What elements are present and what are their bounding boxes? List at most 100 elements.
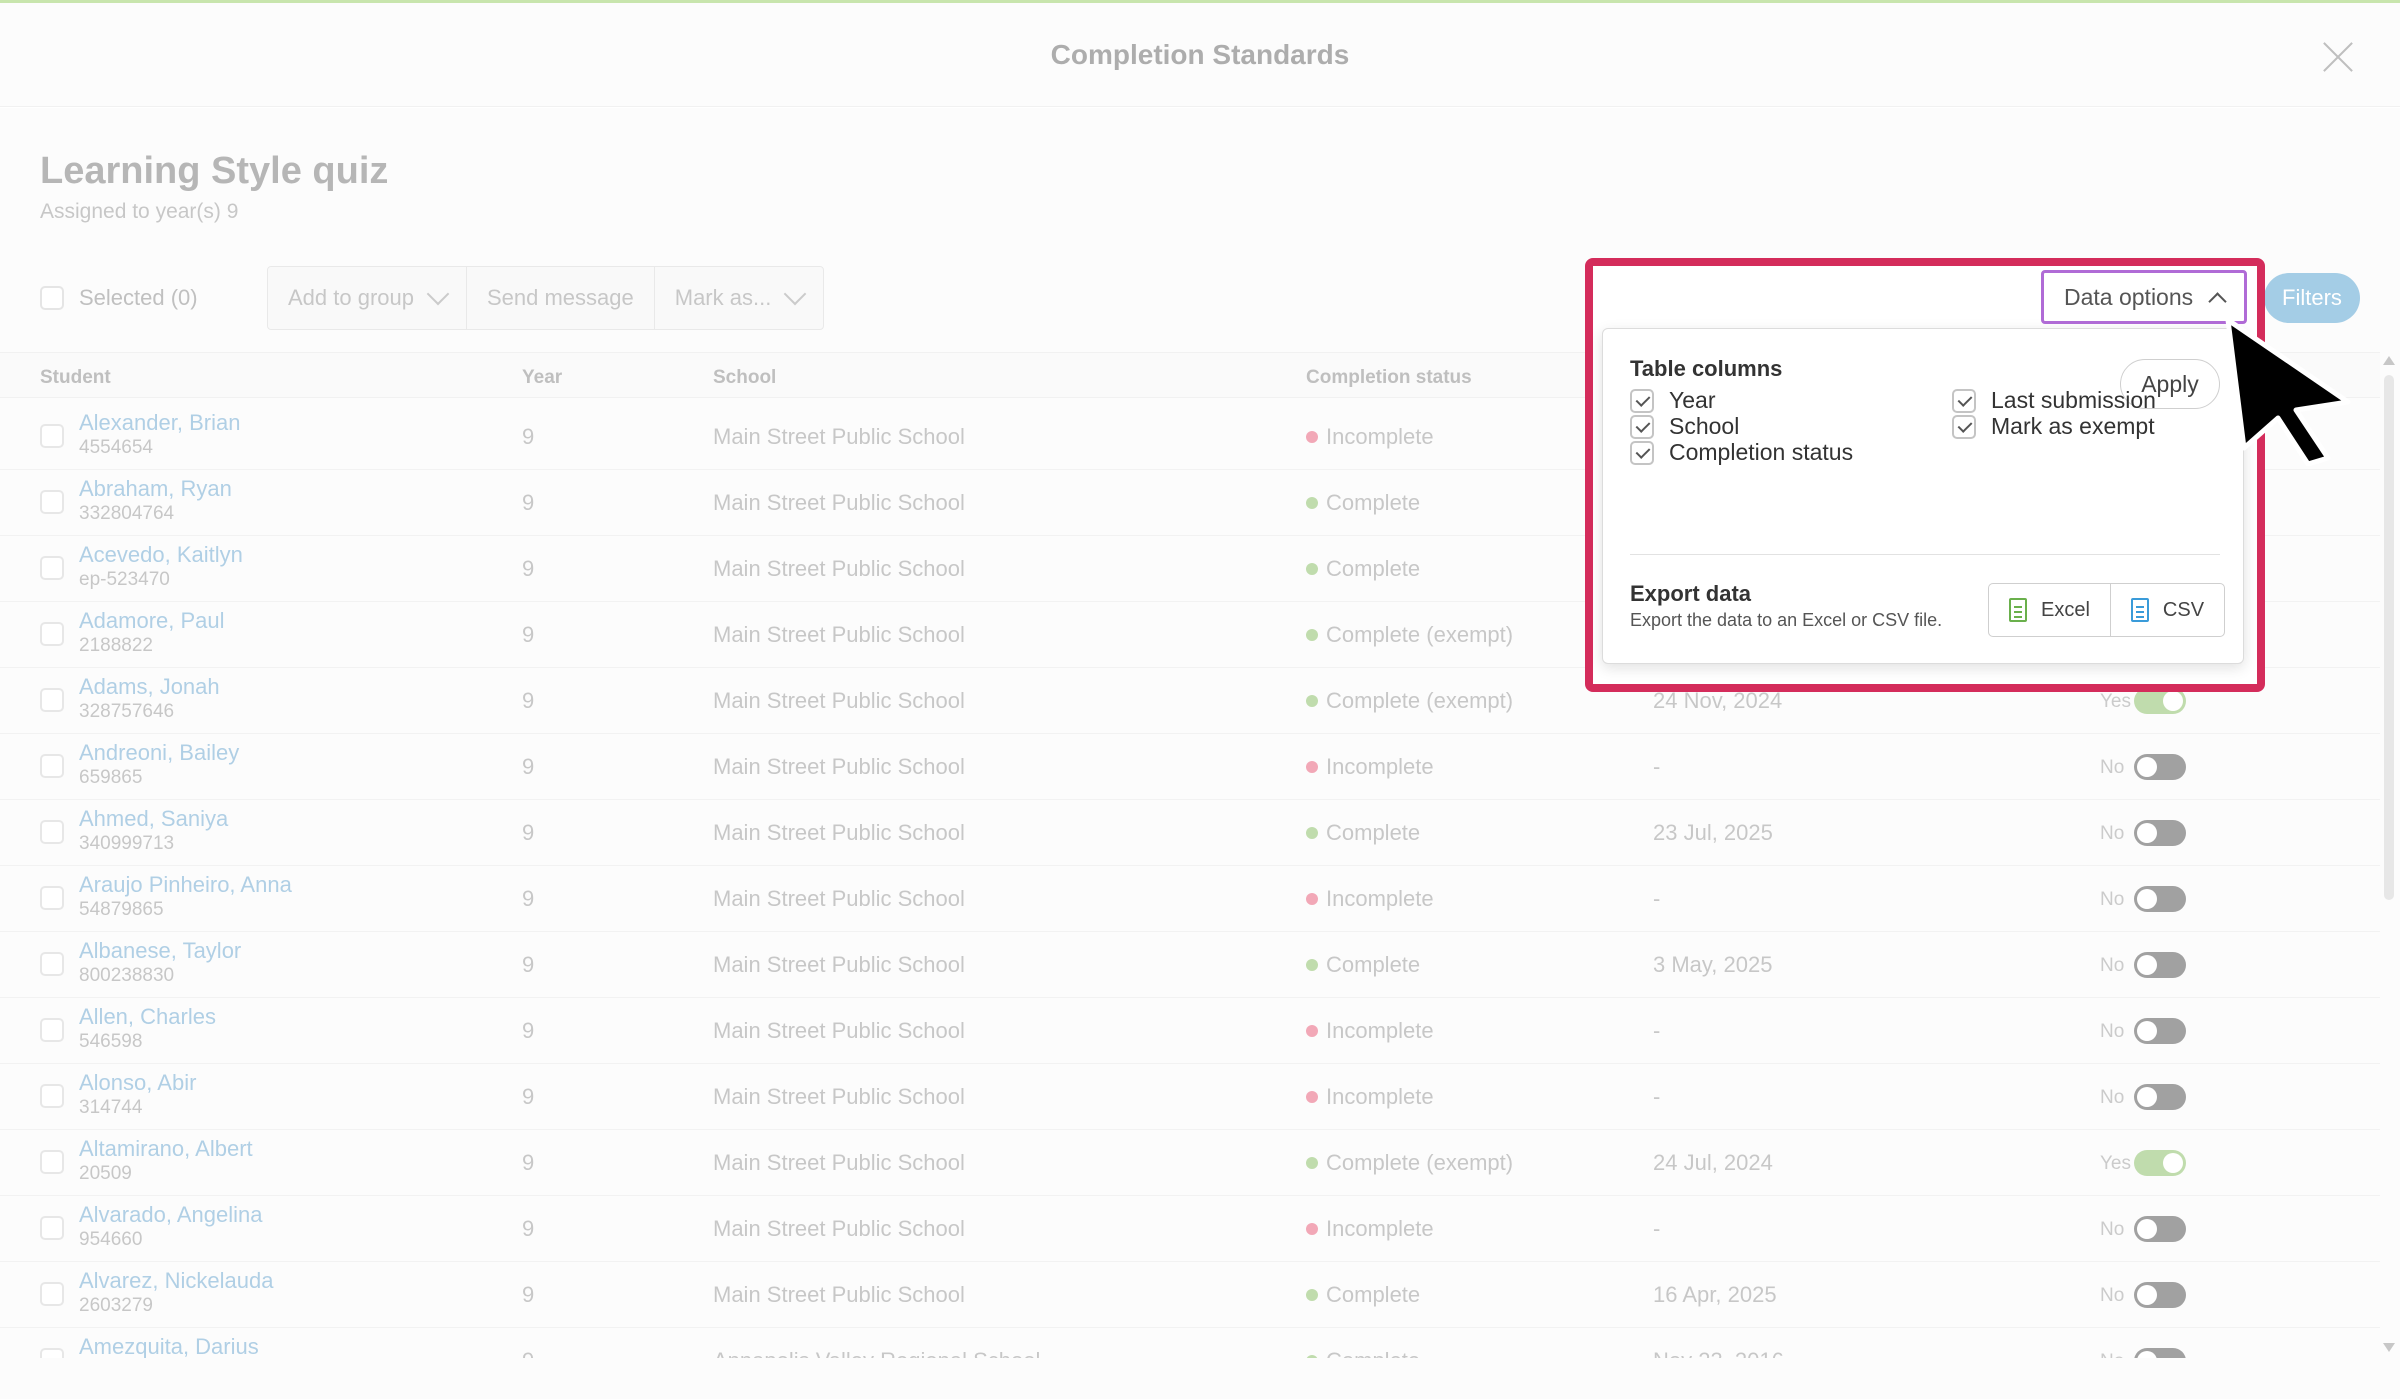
completion-status-cell: Incomplete — [1306, 424, 1434, 450]
school-cell: Main Street Public School — [713, 1150, 965, 1175]
toggle-knob — [2163, 1153, 2183, 1173]
toggle-knob — [2137, 1021, 2157, 1041]
student-name-link[interactable]: Alexander, Brian — [79, 410, 240, 436]
student-name-link[interactable]: Araujo Pinheiro, Anna — [79, 872, 292, 898]
status-dot-icon — [1306, 563, 1318, 575]
student-name-link[interactable]: Alvarado, Angelina — [79, 1202, 262, 1228]
student-id: 546598 — [79, 1031, 143, 1052]
student-name-link[interactable]: Adamore, Paul — [79, 608, 225, 634]
row-checkbox[interactable] — [40, 886, 64, 910]
exempt-toggle[interactable] — [2134, 952, 2186, 978]
column-header-year[interactable]: Year — [522, 367, 562, 389]
column-option-label: School — [1669, 413, 1740, 439]
scroll-down-arrow-icon[interactable] — [2383, 1343, 2395, 1352]
data-options-button[interactable]: Data options — [2041, 270, 2247, 324]
column-option-last-submission[interactable]: Last submission — [1952, 387, 2156, 414]
row-checkbox[interactable] — [40, 490, 64, 514]
exempt-toggle[interactable] — [2134, 754, 2186, 780]
row-checkbox[interactable] — [40, 1282, 64, 1306]
exempt-toggle[interactable] — [2134, 1084, 2186, 1110]
column-header-school[interactable]: School — [713, 367, 776, 389]
student-name-link[interactable]: Adams, Jonah — [79, 674, 220, 700]
chevron-up-icon — [2208, 291, 2227, 311]
student-name-link[interactable]: Ahmed, Saniya — [79, 806, 228, 832]
exempt-toggle[interactable] — [2134, 1150, 2186, 1176]
status-label: Incomplete — [1326, 424, 1434, 449]
student-name-link[interactable]: Alonso, Abir — [79, 1070, 196, 1096]
student-name-link[interactable]: Alvarez, Nickelauda — [79, 1268, 273, 1294]
toggle-knob — [2137, 1285, 2157, 1305]
status-dot-icon — [1306, 827, 1318, 839]
exempt-toggle[interactable] — [2134, 886, 2186, 912]
add-to-group-button[interactable]: Add to group — [268, 267, 467, 329]
student-name-link[interactable]: Allen, Charles — [79, 1004, 216, 1030]
column-option-mark-as-exempt[interactable]: Mark as exempt — [1952, 413, 2155, 440]
checkbox-checked-icon[interactable] — [1952, 414, 1976, 439]
row-checkbox[interactable] — [40, 1216, 64, 1240]
row-checkbox[interactable] — [40, 622, 64, 646]
last-submission-cell: - — [1653, 1018, 1661, 1043]
last-submission-cell: - — [1653, 754, 1661, 779]
mark-as-button[interactable]: Mark as... — [655, 267, 824, 329]
scrollbar-thumb[interactable] — [2384, 375, 2394, 900]
exempt-toggle[interactable] — [2134, 1216, 2186, 1242]
status-label: Incomplete — [1326, 754, 1434, 779]
exempt-toggle[interactable] — [2134, 1282, 2186, 1308]
send-message-button[interactable]: Send message — [467, 267, 655, 329]
chevron-down-icon — [426, 282, 450, 306]
select-all-checkbox[interactable] — [40, 286, 64, 310]
close-icon[interactable] — [2320, 39, 2356, 75]
modal-title: Completion Standards — [1050, 39, 1350, 70]
column-header-student[interactable]: Student — [40, 367, 111, 389]
export-excel-button[interactable]: Excel — [1989, 584, 2111, 636]
row-checkbox[interactable] — [40, 556, 64, 580]
completion-status-cell: Complete (exempt) — [1306, 622, 1513, 648]
student-name-link[interactable]: Albanese, Taylor — [79, 938, 241, 964]
column-header-completion-status[interactable]: Completion status — [1306, 367, 1472, 389]
scroll-up-arrow-icon[interactable] — [2383, 356, 2395, 365]
status-label: Complete (exempt) — [1326, 1150, 1514, 1175]
student-name-link[interactable]: Andreoni, Bailey — [79, 740, 239, 766]
checkbox-checked-icon[interactable] — [1952, 388, 1976, 413]
column-option-school[interactable]: School — [1630, 413, 1739, 440]
table-row: Alvarez, Nickelauda 2603279 9 Main Street P… — [0, 1262, 2380, 1328]
year-cell: 9 — [522, 622, 535, 647]
table-columns-title: Table columns — [1630, 356, 1783, 381]
bulk-actions-group: Add to group Send message Mark as... — [267, 266, 825, 330]
row-checkbox[interactable] — [40, 1348, 64, 1358]
export-csv-button[interactable]: CSV — [2111, 584, 2224, 636]
checkbox-checked-icon[interactable] — [1630, 414, 1654, 439]
row-checkbox[interactable] — [40, 754, 64, 778]
checkbox-checked-icon[interactable] — [1630, 440, 1654, 465]
csv-file-icon — [2130, 598, 2149, 622]
checkbox-checked-icon[interactable] — [1630, 388, 1654, 413]
student-name-link[interactable]: Abraham, Ryan — [79, 476, 232, 502]
row-checkbox[interactable] — [40, 1150, 64, 1174]
status-dot-icon — [1306, 695, 1318, 707]
last-submission-cell: 24 Jul, 2024 — [1653, 1150, 1773, 1175]
student-name-link[interactable]: Altamirano, Albert — [79, 1136, 253, 1162]
exempt-toggle[interactable] — [2134, 820, 2186, 846]
column-option-completion-status[interactable]: Completion status — [1630, 439, 1853, 466]
table-row: Andreoni, Bailey 659865 9 Main Street Publi… — [0, 734, 2380, 800]
column-option-year[interactable]: Year — [1630, 387, 1715, 414]
exempt-toggle[interactable] — [2134, 1018, 2186, 1044]
exempt-label: No — [2100, 1087, 2125, 1108]
row-checkbox[interactable] — [40, 1018, 64, 1042]
table-row: Altamirano, Albert 20509 9 Main Street Publ… — [0, 1130, 2380, 1196]
student-name-link[interactable]: Acevedo, Kaitlyn — [79, 542, 243, 568]
school-cell: Main Street Public School — [713, 1084, 965, 1109]
school-cell: Main Street Public School — [713, 1018, 965, 1043]
row-checkbox[interactable] — [40, 820, 64, 844]
row-checkbox[interactable] — [40, 688, 64, 712]
row-checkbox[interactable] — [40, 424, 64, 448]
student-id: 20509 — [79, 1163, 132, 1184]
row-checkbox[interactable] — [40, 952, 64, 976]
student-name-link[interactable]: Amezquita, Darius — [79, 1334, 259, 1358]
toggle-knob — [2137, 1219, 2157, 1239]
toggle-knob — [2137, 757, 2157, 777]
row-checkbox[interactable] — [40, 1084, 64, 1108]
year-cell: 9 — [522, 424, 535, 449]
exempt-toggle[interactable] — [2134, 1348, 2186, 1358]
column-option-label: Completion status — [1669, 439, 1854, 465]
